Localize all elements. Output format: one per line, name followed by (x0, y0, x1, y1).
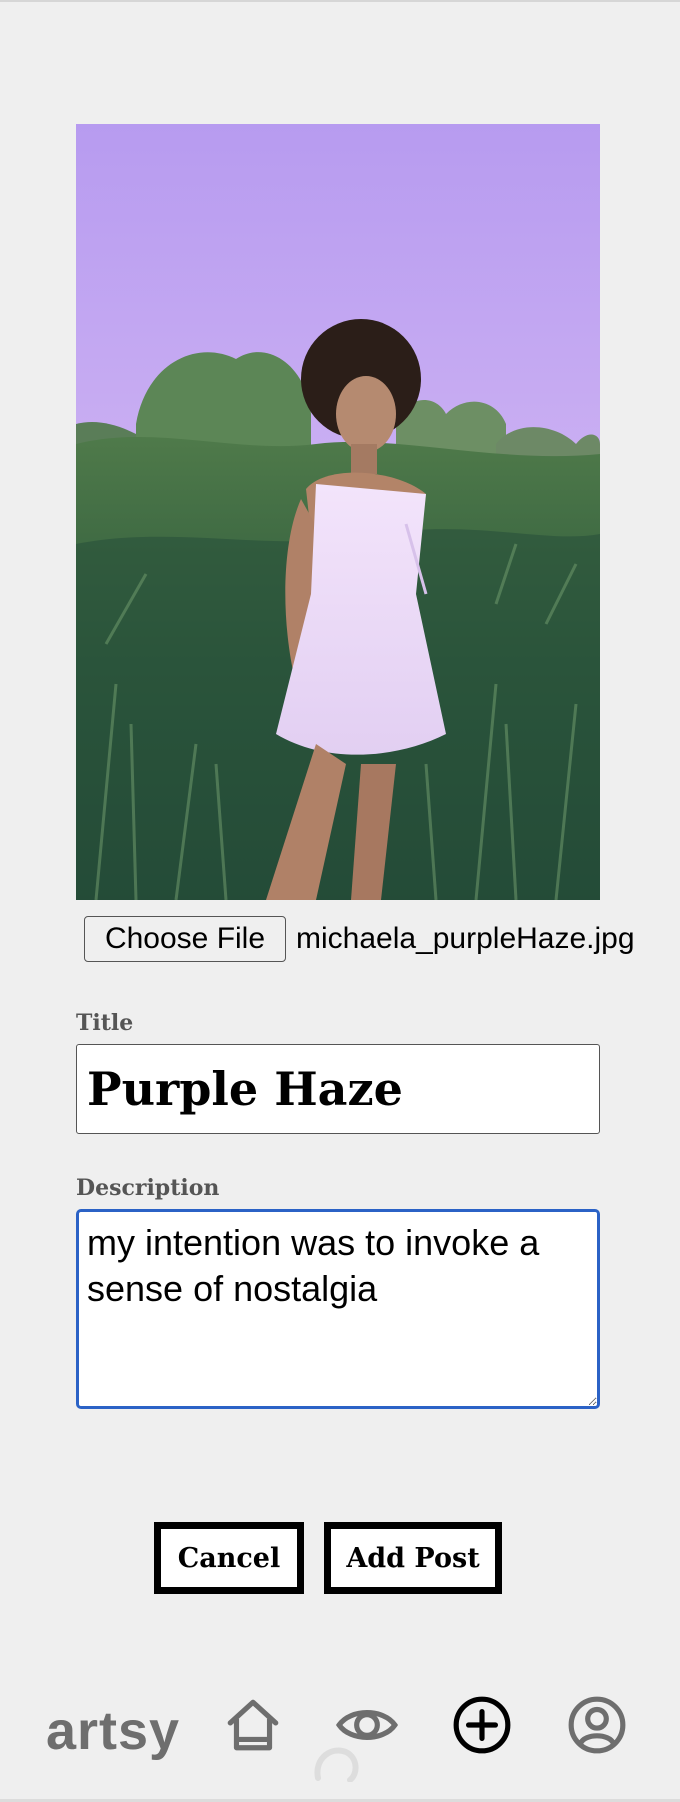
file-chooser: Choose File michaela_purpleHaze.jpg (84, 914, 635, 964)
description-textarea[interactable]: my intention was to invoke a sense of no… (76, 1209, 600, 1409)
artsy-logo[interactable]: artsy (46, 1700, 180, 1762)
plus-circle-icon[interactable] (451, 1694, 513, 1756)
title-label: Title (76, 1010, 134, 1036)
choose-file-button[interactable]: Choose File (84, 916, 286, 962)
description-label: Description (76, 1175, 220, 1201)
cancel-button[interactable]: Cancel (154, 1522, 304, 1594)
top-divider (0, 0, 680, 2)
home-icon[interactable] (222, 1694, 284, 1756)
post-image-preview (76, 124, 600, 900)
loading-spinner-icon (310, 1742, 362, 1783)
profile-icon[interactable] (566, 1694, 628, 1756)
add-post-button[interactable]: Add Post (324, 1522, 502, 1594)
title-input[interactable] (76, 1044, 600, 1134)
bottom-nav: artsy (0, 1680, 680, 1783)
selected-file-name: michaela_purpleHaze.jpg (296, 922, 635, 955)
